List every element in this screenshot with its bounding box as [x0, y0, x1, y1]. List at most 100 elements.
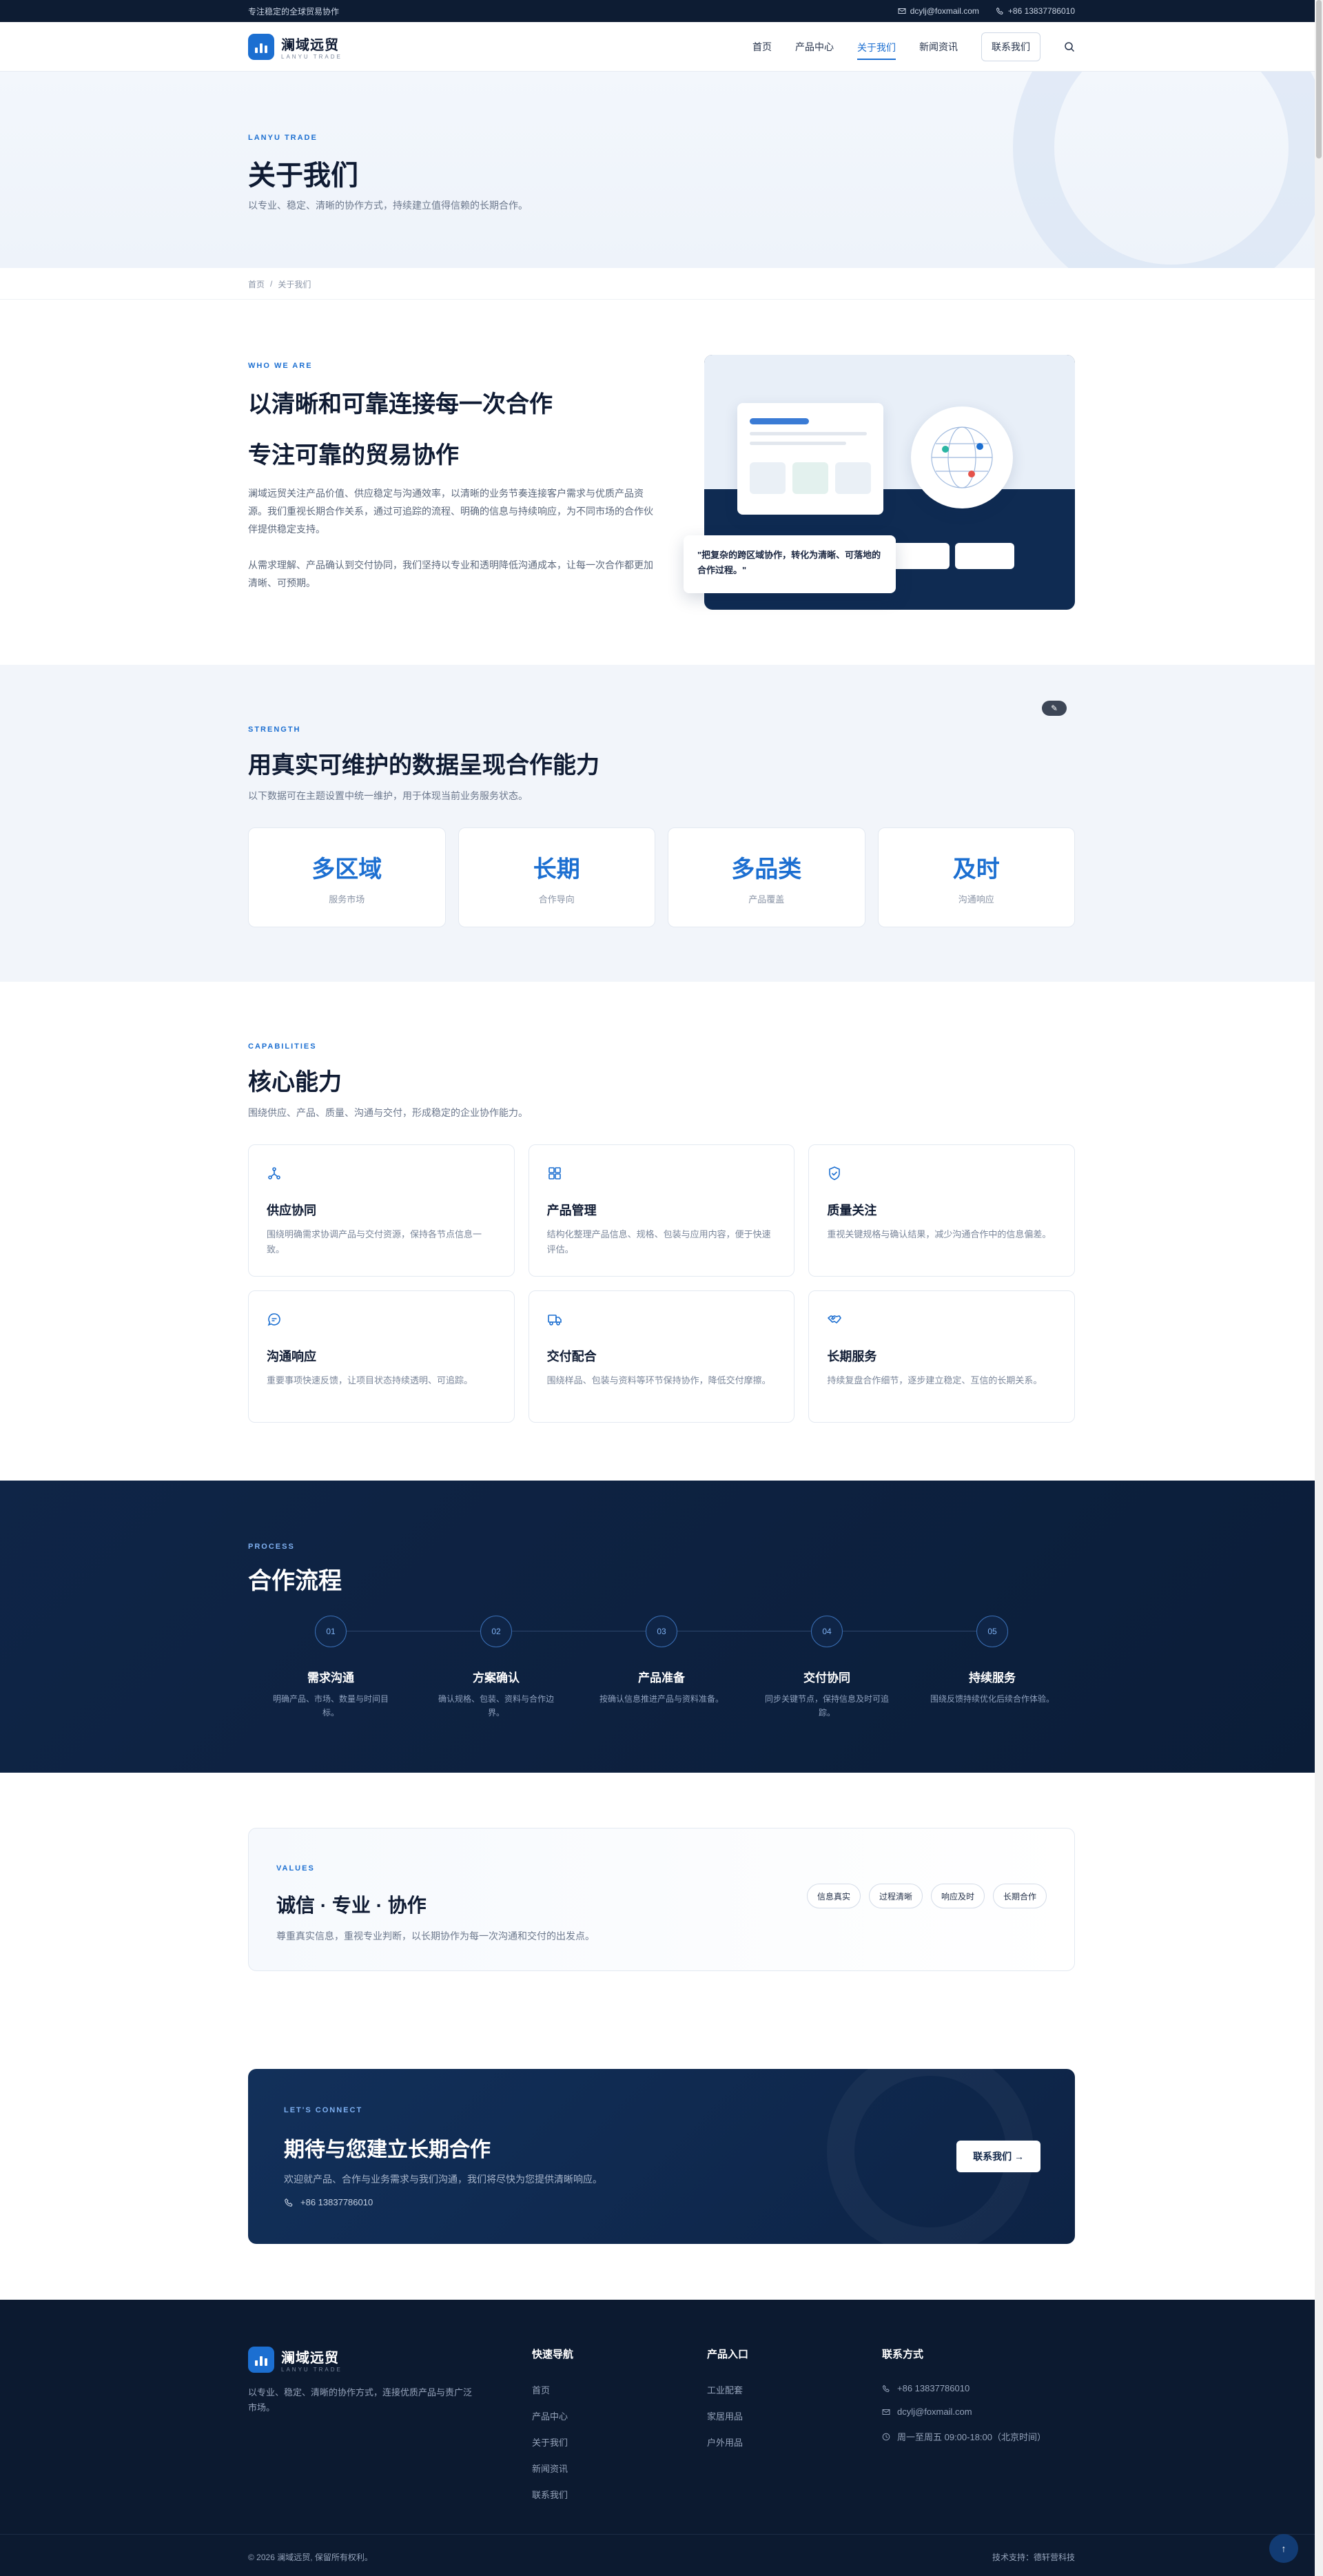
top-bar: 专注稳定的全球贸易协作 dcylj@foxmail.com +86 138377…: [0, 0, 1323, 22]
brand-logo[interactable]: 澜域远贸 LANYU TRADE: [248, 34, 342, 60]
about-quote: "把复杂的跨区域协作，转化为清晰、可落地的合作过程。": [684, 535, 896, 593]
mail-icon: [898, 8, 906, 14]
truck-icon: [547, 1315, 562, 1326]
page-title: 关于我们: [248, 161, 358, 191]
arrow-up-icon: ↑: [1281, 2543, 1286, 2554]
nav-about[interactable]: 关于我们: [857, 34, 896, 60]
nav-products[interactable]: 产品中心: [795, 40, 834, 54]
handshake-icon: [828, 1315, 842, 1323]
process-steps: 01 需求沟通 明确产品、市场、数量与时间目标。 02 方案确认 确认规格、包装、资料与…: [248, 1616, 1075, 1720]
stat-card: 及时 沟通响应: [877, 827, 1075, 927]
grid-icon: [548, 1167, 561, 1179]
phone-icon: [285, 2198, 293, 2207]
scrollbar-thumb[interactable]: [1316, 0, 1322, 158]
caps-eyebrow: CAPABILITIES: [248, 1042, 317, 1051]
logo-bars-icon: [248, 34, 274, 60]
value-tag: 过程清晰: [868, 1884, 923, 1908]
caps-title: 核心能力: [248, 1069, 342, 1095]
nav-news[interactable]: 新闻资讯: [919, 40, 958, 54]
caps-subtitle: 围绕供应、产品、质量、沟通与交付，形成稳定的企业协作能力。: [248, 1107, 528, 1118]
about-title-1: 以清晰和可靠连接每一次合作: [248, 391, 553, 418]
process-eyebrow: PROCESS: [248, 1543, 295, 1551]
breadcrumb-home[interactable]: 首页: [248, 278, 265, 290]
hero-subtitle: 以专业、稳定、清晰的协作方式，持续建立值得信赖的长期合作。: [248, 200, 528, 211]
footer-link[interactable]: 家居用品: [707, 2409, 748, 2422]
footer-link[interactable]: 户外用品: [707, 2435, 748, 2449]
footer-contact: 联系方式 +86 13837786010 dcylj@foxmail.com 周…: [882, 2349, 1047, 2443]
cta-banner: LET'S CONNECT 期待与您建立长期合作 欢迎就产品、合作与业务需求与我…: [248, 2069, 1075, 2244]
site-footer: 澜域远贸 LANYU TRADE 以专业、稳定、清晰的协作方式，连接优质产品与责…: [0, 2300, 1323, 2576]
edit-icon[interactable]: ✎: [1042, 701, 1067, 716]
process-step: 03 产品准备 按确认信息推进产品与资料准备。: [579, 1616, 744, 1720]
values-title: 诚信 · 专业 · 协作: [276, 1895, 427, 1916]
strength-subtitle: 以下数据可在主题设置中统一维护，用于体现当前业务服务状态。: [248, 790, 528, 801]
brand-name: 澜域远贸: [281, 38, 339, 53]
brand-sub: LANYU TRADE: [281, 54, 342, 60]
mail-icon: [882, 2409, 890, 2415]
back-to-top-button[interactable]: ↑: [1269, 2534, 1298, 2563]
shield-check-icon: [829, 1166, 841, 1180]
capability-card: 交付配合 围绕样品、包装与资料等环节保持协作，降低交付摩擦。: [528, 1290, 795, 1423]
footer-link[interactable]: 新闻资讯: [532, 2462, 573, 2475]
strength-title: 用真实可维护的数据呈现合作能力: [248, 752, 599, 779]
footer-products: 产品入口 工业配套 家居用品 户外用品: [707, 2349, 749, 2449]
scrollbar[interactable]: [1315, 0, 1323, 2576]
cta-subtitle: 欢迎就产品、合作与业务需求与我们沟通，我们将尽快为您提供清晰响应。: [284, 2174, 602, 2185]
value-tag: 长期合作: [992, 1884, 1047, 1908]
page-hero: LANYU TRADE 关于我们 以专业、稳定、清晰的协作方式，持续建立值得信赖…: [0, 72, 1323, 268]
stats-row: 多区域 服务市场 长期 合作导向 多品类 产品覆盖 及时 沟通响应: [248, 827, 1075, 927]
nav-contact-button[interactable]: 联系我们: [981, 32, 1040, 61]
cta-phone[interactable]: +86 13837786010: [284, 2197, 373, 2207]
capability-card: 沟通响应 重要事项快速反馈，让项目状态持续透明、可追踪。: [248, 1290, 515, 1423]
capability-card: 产品管理 结构化整理产品信息、规格、包装与应用内容，便于快速评估。: [528, 1144, 795, 1277]
stat-card: 多区域 服务市场: [248, 827, 446, 927]
footer-brand: 澜域远贸 LANYU TRADE: [248, 2347, 342, 2373]
value-tag: 响应及时: [930, 1884, 985, 1908]
network-icon: [268, 1167, 280, 1179]
nav-home[interactable]: 首页: [752, 40, 772, 54]
phone-icon: [882, 2384, 890, 2392]
step-number: 03: [646, 1616, 677, 1647]
value-tags: 信息真实 过程清晰 响应及时 长期合作: [806, 1884, 1047, 1908]
hero-eyebrow: LANYU TRADE: [248, 134, 318, 142]
footer-link[interactable]: 联系我们: [532, 2488, 573, 2501]
footer-link[interactable]: 首页: [532, 2383, 573, 2396]
copyright: © 2026 澜域远贸, 保留所有权利。: [248, 2552, 373, 2562]
values-section: VALUES 诚信 · 专业 · 协作 尊重真实信息，重视专业判断，以长期协作为…: [0, 1773, 1323, 2069]
tech-support: 技术支持：德轩营科技: [992, 2552, 1075, 2562]
footer-link[interactable]: 工业配套: [707, 2383, 748, 2396]
stat-card: 长期 合作导向: [458, 827, 655, 927]
values-card: VALUES 诚信 · 专业 · 协作 尊重真实信息，重视专业判断，以长期协作为…: [248, 1828, 1075, 1971]
breadcrumb-current: 关于我们: [278, 279, 311, 289]
capability-card: 供应协同 围绕明确需求协调产品与交付资源，保持各节点信息一致。: [248, 1144, 515, 1277]
cta-contact-button[interactable]: 联系我们 →: [956, 2141, 1040, 2172]
footer-logo[interactable]: 澜域远贸 LANYU TRADE: [248, 2347, 342, 2373]
process-step: 04 交付协同 同步关键节点，保持信息及时可追踪。: [744, 1616, 910, 1720]
cta-title: 期待与您建立长期合作: [284, 2139, 491, 2161]
footer-link[interactable]: 关于我们: [532, 2435, 573, 2449]
footer-hours: 周一至周五 09:00-18:00（北京时间）: [882, 2430, 1046, 2443]
about-section: WHO WE ARE 以清晰和可靠连接每一次合作 专注可靠的贸易协作 澜域远贸关…: [0, 300, 1323, 665]
stat-card: 多品类 产品覆盖: [668, 827, 865, 927]
logo-bars-icon: [248, 2347, 274, 2373]
step-number: 01: [315, 1616, 347, 1647]
footer-link[interactable]: 产品中心: [532, 2409, 573, 2422]
capability-card: 质量关注 重视关键规格与确认结果，减少沟通合作中的信息偏差。: [808, 1144, 1075, 1277]
step-number: 02: [480, 1616, 512, 1647]
breadcrumb-separator: /: [270, 279, 273, 289]
page: 专注稳定的全球贸易协作 dcylj@foxmail.com +86 138377…: [0, 0, 1323, 2576]
topbar-email[interactable]: dcylj@foxmail.com: [898, 6, 979, 16]
footer-bottom: © 2026 澜域远贸, 保留所有权利。 技术支持：德轩营科技: [0, 2534, 1323, 2576]
footer-email[interactable]: dcylj@foxmail.com: [882, 2407, 1046, 2417]
topbar-phone[interactable]: +86 13837786010: [996, 6, 1075, 16]
about-eyebrow: WHO WE ARE: [248, 362, 313, 370]
footer-phone[interactable]: +86 13837786010: [882, 2383, 1046, 2393]
process-section: PROCESS 合作流程 01 需求沟通 明确产品、市场、数量与时间目标。 02 方案…: [0, 1481, 1323, 1773]
globe-icon: [911, 406, 1013, 508]
search-icon[interactable]: [1064, 41, 1075, 52]
cta-section: LET'S CONNECT 期待与您建立长期合作 欢迎就产品、合作与业务需求与我…: [0, 2069, 1323, 2300]
process-title: 合作流程: [248, 1568, 342, 1594]
footer-description: 以专业、稳定、清晰的协作方式，连接优质产品与责广泛市场。: [248, 2387, 473, 2413]
process-step: 01 需求沟通 明确产品、市场、数量与时间目标。: [248, 1616, 413, 1720]
process-step: 05 持续服务 围绕反馈持续优化后续合作体验。: [910, 1616, 1075, 1720]
